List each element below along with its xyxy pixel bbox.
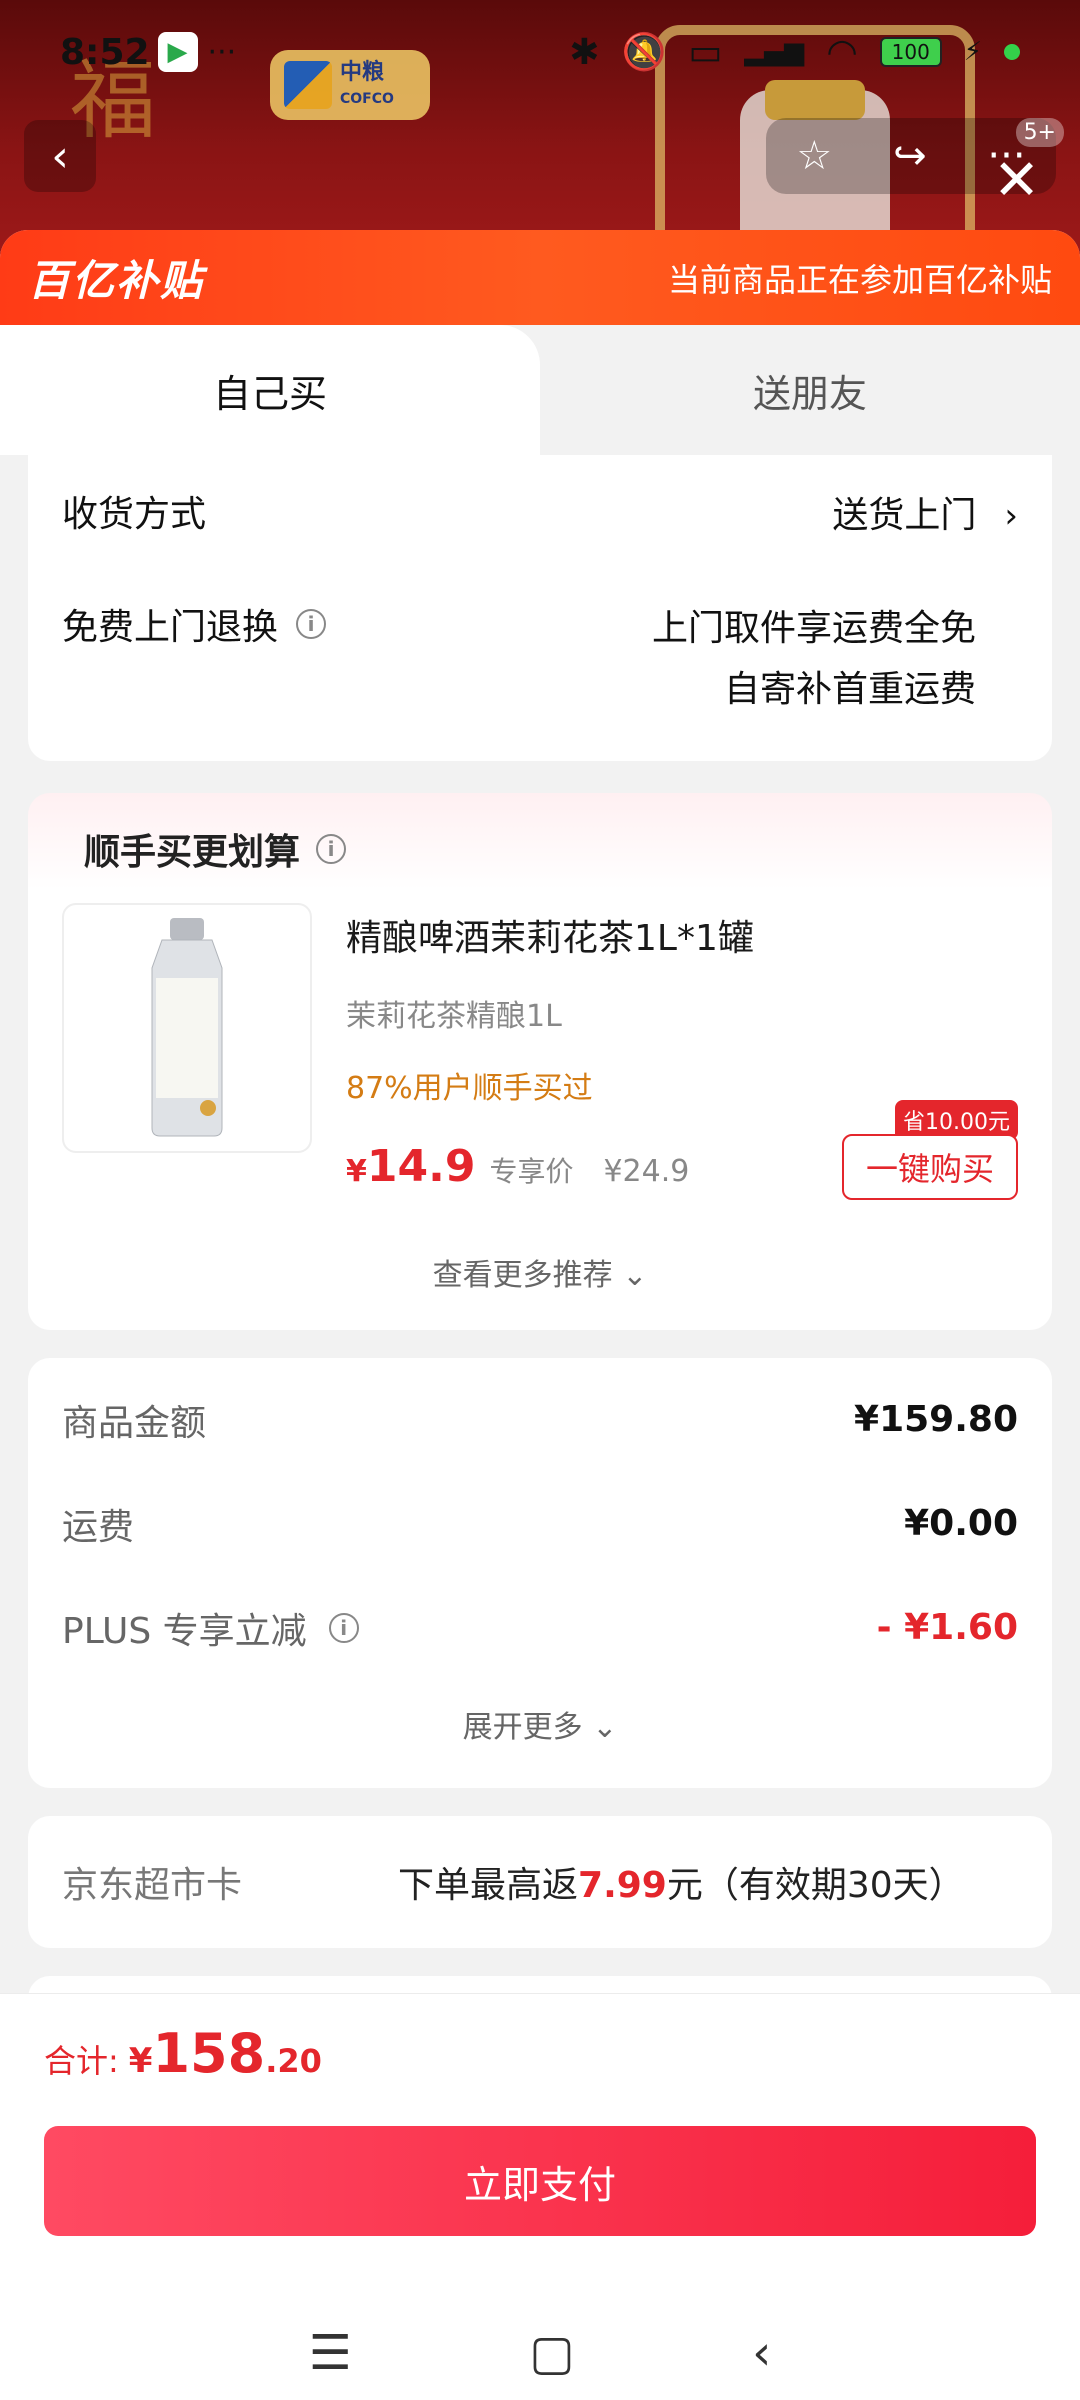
mute-icon: 🔕 xyxy=(621,32,667,73)
one-click-buy-button[interactable]: 一键购买 xyxy=(842,1133,1018,1200)
original-price: ¥24.9 xyxy=(603,1153,690,1189)
back-icon[interactable]: ‹ xyxy=(752,2325,771,2381)
more-notifications-icon: ··· xyxy=(207,34,237,70)
price-summary-card: 商品金额 ¥159.80 运费 ¥0.00 PLUS 专享立减 i - ¥1.6… xyxy=(28,1357,1052,1788)
message-badge: 5+ xyxy=(1015,118,1064,147)
return-value-1: 上门取件享运费全免 xyxy=(651,608,976,650)
delivery-card: 收货方式 送货上门 › 免费上门退换 i 上门取件享运费全免 自寄补首重运费 xyxy=(28,455,1052,761)
home-icon[interactable]: ▢ xyxy=(529,2325,574,2381)
summary-row: 运费 ¥0.00 xyxy=(62,1503,1018,1548)
privacy-dot-icon xyxy=(1004,44,1020,60)
tab-gift-friend[interactable]: 送朋友 xyxy=(540,325,1080,455)
chevron-right-icon: › xyxy=(1004,496,1018,536)
pay-now-button[interactable]: 立即支付 xyxy=(44,2126,1036,2236)
subsidy-logo: 百亿补贴 xyxy=(28,256,205,305)
subsidy-banner: 百亿补贴 当前商品正在参加百亿补贴 xyxy=(0,230,1080,325)
free-return-label: 免费上门退换 xyxy=(62,607,279,649)
back-button[interactable]: ‹ xyxy=(24,120,96,192)
delivery-method-label: 收货方式 xyxy=(62,494,207,535)
product-price: ¥14.9 xyxy=(346,1140,476,1192)
purchase-tabs: 自己买 送朋友 xyxy=(0,325,1080,455)
product-subtitle: 茉莉花茶精酿1L xyxy=(346,998,562,1034)
summary-row: 商品金额 ¥159.80 xyxy=(62,1399,1018,1444)
wifi-icon: ◠ xyxy=(826,31,858,73)
close-icon[interactable]: ✕ xyxy=(993,148,1040,213)
checkout-bar: 合计: ¥ 158 .20 立即支付 ☰ ▢ ‹ xyxy=(0,1993,1080,2400)
share-icon[interactable]: ↪ xyxy=(893,133,927,179)
total-price: 合计: ¥ 158 .20 xyxy=(44,2022,322,2085)
delivery-method-value: 送货上门 xyxy=(832,495,977,536)
subsidy-note: 当前商品正在参加百亿补贴 xyxy=(667,260,1052,299)
jd-card-label: 京东超市卡 xyxy=(62,1864,243,1906)
status-bar: 8:52 ▶ ··· ✱ 🔕 ▭ ▂▄▆ ◠ 100 ⚡ xyxy=(0,22,1080,82)
laptop-icon: ▭ xyxy=(688,31,723,73)
system-nav-bar: ☰ ▢ ‹ xyxy=(0,2304,1080,2400)
info-icon[interactable]: i xyxy=(328,1612,359,1643)
signal-icon: ▂▄▆ xyxy=(744,37,805,67)
return-value-2: 自寄补首重运费 xyxy=(723,669,976,711)
more-recommendations-link[interactable]: 查看更多推荐 ⌄ xyxy=(62,1250,1018,1294)
menu-icon[interactable]: ☰ xyxy=(309,2325,352,2381)
battery-icon: 100 xyxy=(879,37,942,67)
expand-more-link[interactable]: 展开更多 ⌄ xyxy=(62,1702,1018,1746)
combo-title: 顺手买更划算 xyxy=(84,831,301,873)
bluetooth-icon: ✱ xyxy=(569,31,600,73)
info-icon[interactable]: i xyxy=(296,609,327,640)
delivery-method-row[interactable]: 收货方式 送货上门 › xyxy=(62,485,1018,546)
play-store-icon: ▶ xyxy=(157,32,198,72)
product-name: 精酿啤酒茉莉花茶1L*1罐 xyxy=(346,917,754,959)
combo-card: 顺手买更划算 i 精酿啤酒茉莉花茶1L*1罐 茉莉花茶精酿1L 87%用户顺手买… xyxy=(28,792,1052,1330)
favorite-icon[interactable]: ☆ xyxy=(796,133,832,179)
combo-product[interactable]: 精酿啤酒茉莉花茶1L*1罐 茉莉花茶精酿1L 87%用户顺手买过 ¥14.9 专… xyxy=(62,902,1018,1200)
price-tag: 专享价 xyxy=(489,1154,574,1188)
free-return-row: 免费上门退换 i 上门取件享运费全免 自寄补首重运费 xyxy=(62,598,1018,720)
cashback-amount: 7.99 xyxy=(578,1864,667,1906)
summary-row: PLUS 专享立减 i - ¥1.60 xyxy=(62,1607,1018,1652)
tab-self-buy[interactable]: 自己买 xyxy=(0,325,540,455)
jd-supermarket-card: 京东超市卡 下单最高返7.99元（有效期30天） xyxy=(28,1815,1052,1948)
charging-icon: ⚡ xyxy=(963,37,982,67)
info-icon[interactable]: i xyxy=(316,833,347,864)
status-time: 8:52 xyxy=(60,31,150,73)
product-image[interactable] xyxy=(62,902,312,1153)
